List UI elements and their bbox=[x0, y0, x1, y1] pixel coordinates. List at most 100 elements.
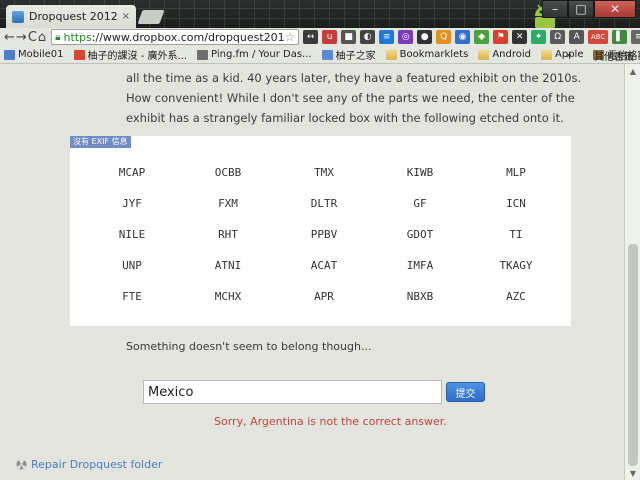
bookmark-label: Android bbox=[492, 49, 531, 60]
url-text: ://www.dropbox.com/dropquest2012/cl bbox=[91, 30, 285, 44]
browser-tab[interactable]: Dropquest 2012 - Chapte × bbox=[6, 5, 136, 28]
other-bookmarks[interactable]: 其他書籤 bbox=[594, 48, 634, 63]
folder-icon bbox=[541, 49, 552, 60]
extension-icons: ↔ u ■ ◐ ≡ ◎ ● Q ◉ ◆ ⚑ ✕ ✦ Ω A ABC ▌ ≡ bbox=[303, 30, 640, 44]
paragraph-line: exhibit has a strangely familiar locked … bbox=[126, 111, 564, 125]
code-grid: MCAP OCBB TMX KIWB MLP JYF FXM DLTR GF ICN NILE RHT… bbox=[84, 164, 564, 306]
other-bookmarks-folder-icon bbox=[580, 50, 591, 60]
extension-icon[interactable]: u bbox=[322, 30, 338, 44]
folder-icon bbox=[385, 49, 397, 60]
extension-icon[interactable]: ≡ bbox=[631, 30, 640, 44]
code-cell: GDOT bbox=[406, 228, 434, 241]
paragraph-line: all the time as a kid. 40 years later, t… bbox=[126, 71, 582, 85]
extension-icon[interactable]: Q bbox=[436, 30, 452, 44]
repair-link-text[interactable]: Repair Dropquest folder bbox=[31, 458, 162, 471]
bookmark-item[interactable]: 柚子的課沒 - 廣外系... bbox=[73, 47, 188, 62]
extension-icon[interactable]: ✕ bbox=[512, 30, 528, 44]
vertical-scrollbar[interactable]: ▲ ▼ bbox=[624, 64, 640, 480]
bookmark-item[interactable]: 柚子之家 bbox=[321, 47, 376, 62]
bookmarks-bar: Mobile01 柚子的課沒 - 廣外系... Ping.fm / Your Das… bbox=[0, 46, 640, 64]
bookmark-label: 柚子之家 bbox=[335, 51, 376, 62]
extension-icon[interactable]: ↔ bbox=[303, 30, 319, 44]
bookmarks-right: » 其他書籤 bbox=[566, 46, 634, 64]
bookmark-item[interactable]: Mobile01 bbox=[4, 49, 64, 60]
code-cell: RHT bbox=[218, 228, 238, 241]
submit-button[interactable]: 提交 bbox=[446, 382, 485, 402]
code-cell: PPBV bbox=[310, 228, 338, 241]
repair-link[interactable]: Repair Dropquest folder bbox=[16, 458, 162, 471]
code-cell: TMX bbox=[314, 166, 334, 179]
answer-input[interactable] bbox=[143, 380, 442, 404]
hint-text: Something doesn't seem to belong though.… bbox=[126, 340, 372, 353]
code-cell: TKAGY bbox=[499, 259, 533, 272]
lock-icon: 🔒︎ bbox=[55, 31, 61, 43]
bookmark-label: Bookmarklets bbox=[399, 49, 469, 60]
address-bar[interactable]: 🔒︎ https ://www.dropbox.com/dropquest201… bbox=[51, 29, 300, 45]
extension-icon[interactable]: Ω bbox=[550, 30, 566, 44]
code-cell: DLTR bbox=[310, 197, 338, 210]
home-button[interactable]: ⌂ bbox=[38, 29, 46, 45]
extension-icon[interactable]: ■ bbox=[341, 30, 357, 44]
code-cell: APR bbox=[314, 290, 334, 303]
bookmark-item[interactable]: Bookmarklets bbox=[385, 49, 469, 60]
maximize-button[interactable]: □ bbox=[568, 0, 594, 18]
scroll-thumb[interactable] bbox=[628, 244, 638, 466]
code-cell: OCBB bbox=[214, 166, 242, 179]
code-cell: ACAT bbox=[310, 259, 338, 272]
extension-icon[interactable]: ◎ bbox=[398, 30, 414, 44]
bookmarks-overflow-icon[interactable]: » bbox=[566, 50, 572, 61]
bookmark-item[interactable]: Ping.fm / Your Das... bbox=[197, 49, 312, 60]
extension-icon[interactable]: ⚑ bbox=[493, 30, 509, 44]
tab-close-icon[interactable]: × bbox=[122, 11, 130, 22]
code-cell: NILE bbox=[118, 228, 146, 241]
extension-icon[interactable]: ◆ bbox=[474, 30, 490, 44]
code-cell: MCHX bbox=[214, 290, 242, 303]
back-button[interactable]: ← bbox=[4, 29, 15, 45]
bookmark-favicon-icon bbox=[321, 49, 333, 60]
paragraph-line: How convenient! While I don't see any of… bbox=[126, 91, 575, 105]
extension-icon[interactable]: ✦ bbox=[531, 30, 547, 44]
puzzle-image: 沒有 EXIF 信息 MCAP OCBB TMX KIWB MLP JYF FXM DLTR G… bbox=[70, 136, 571, 326]
bookmark-label: Ping.fm / Your Das... bbox=[211, 49, 312, 60]
code-cell: MCAP bbox=[118, 166, 146, 179]
exif-badge[interactable]: 沒有 EXIF 信息 bbox=[70, 136, 131, 148]
close-window-button[interactable]: ✕ bbox=[594, 0, 636, 18]
scroll-up-arrow-icon[interactable]: ▲ bbox=[625, 64, 640, 78]
code-cell: IMFA bbox=[406, 259, 434, 272]
code-cell: FXM bbox=[218, 197, 238, 210]
bookmark-star-icon[interactable]: ☆ bbox=[284, 30, 295, 44]
code-cell: UNP bbox=[122, 259, 142, 272]
scroll-down-arrow-icon[interactable]: ▼ bbox=[625, 466, 640, 480]
extension-icon[interactable]: ≡ bbox=[379, 30, 395, 44]
code-cell: FTE bbox=[122, 290, 142, 303]
code-cell: JYF bbox=[122, 197, 142, 210]
extension-icon[interactable]: ◐ bbox=[360, 30, 376, 44]
page-content: all the time as a kid. 40 years later, t… bbox=[0, 64, 624, 480]
extension-icon[interactable]: A bbox=[569, 30, 585, 44]
code-cell: ATNI bbox=[214, 259, 242, 272]
extension-icon[interactable]: ● bbox=[417, 30, 433, 44]
folder-icon bbox=[478, 49, 490, 60]
bookmark-favicon-icon bbox=[4, 49, 15, 60]
tab-title: Dropquest 2012 - Chapte bbox=[29, 10, 118, 23]
minimize-button[interactable]: – bbox=[542, 0, 568, 18]
browser-toolbar: ← → C ⌂ 🔒︎ https ://www.dropbox.com/drop… bbox=[0, 28, 640, 46]
bookmark-label: 柚子的課沒 - 廣外系... bbox=[87, 51, 188, 62]
story-paragraph: all the time as a kid. 40 years later, t… bbox=[126, 68, 582, 128]
code-cell: ICN bbox=[506, 197, 526, 210]
window-controls: – □ ✕ bbox=[542, 0, 636, 18]
extension-icon[interactable]: ▌ bbox=[612, 30, 628, 44]
title-bar: Dropquest 2012 - Chapte × – □ ✕ bbox=[0, 0, 640, 28]
extension-icon[interactable]: ABC bbox=[588, 30, 609, 44]
bookmark-favicon-icon bbox=[197, 49, 209, 60]
bookmark-favicon-icon bbox=[73, 49, 85, 60]
code-cell: NBXB bbox=[406, 290, 434, 303]
code-cell: TI bbox=[509, 228, 523, 241]
bookmark-label: Mobile01 bbox=[18, 49, 64, 60]
bookmark-item[interactable]: Android bbox=[478, 49, 531, 60]
code-cell: AZC bbox=[506, 290, 526, 303]
forward-button[interactable]: → bbox=[16, 29, 27, 45]
code-cell: MLP bbox=[506, 166, 526, 179]
reload-button[interactable]: C bbox=[28, 29, 37, 45]
extension-icon[interactable]: ◉ bbox=[455, 30, 471, 44]
